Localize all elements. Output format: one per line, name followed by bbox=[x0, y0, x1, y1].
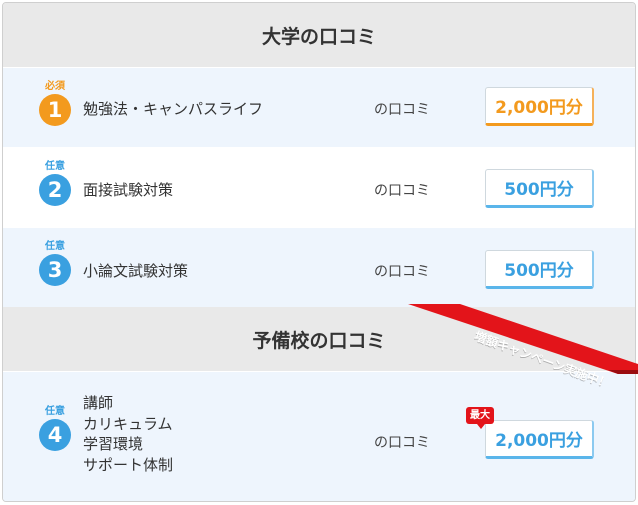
optional-badge: 任意 3 bbox=[37, 241, 73, 286]
optional-badge: 任意 2 bbox=[37, 161, 73, 206]
item-title-line: サポート体制 bbox=[83, 455, 174, 474]
item-title: 小論文試験対策 bbox=[83, 262, 189, 280]
reward-amount: 2,000円分 bbox=[495, 431, 583, 451]
number-circle-icon: 4 bbox=[39, 419, 71, 451]
review-reward-panel: 大学の口コミ 必須 1 勉強法・キャンパスライフ の口コミ 2,000円分 任意… bbox=[2, 2, 636, 502]
item-title: 面接試験対策 bbox=[83, 181, 174, 199]
reward-amount: 500円分 bbox=[504, 180, 574, 200]
required-badge: 必須 1 bbox=[37, 81, 73, 126]
list-item: 任意 2 面接試験対策 の口コミ 500円分 bbox=[3, 147, 635, 227]
section-title-prep-school: 予備校の口コミ bbox=[252, 329, 386, 352]
item-title-list: 講師 カリキュラム 学習環境 サポート体制 bbox=[83, 393, 173, 475]
item-title-line: カリキュラム bbox=[83, 414, 173, 433]
item-suffix: の口コミ bbox=[374, 183, 430, 199]
item-title-line: 講師 bbox=[83, 394, 114, 412]
reward-amount: 500円分 bbox=[504, 261, 574, 281]
list-item: 任意 4 講師 カリキュラム 学習環境 サポート体制 の口コミ 2,000円分 bbox=[3, 371, 635, 501]
optional-badge: 任意 4 bbox=[37, 406, 73, 451]
reward-button[interactable]: 2,000円分 bbox=[485, 420, 594, 459]
reward-amount: 2,000円分 bbox=[495, 98, 583, 118]
list-item: 必須 1 勉強法・キャンパスライフ の口コミ 2,000円分 bbox=[3, 67, 635, 147]
item-title-line: 学習環境 bbox=[83, 435, 144, 453]
reward-button[interactable]: 500円分 bbox=[485, 250, 594, 289]
max-flag-badge: 最大 bbox=[466, 407, 494, 429]
number-circle-icon: 3 bbox=[39, 254, 71, 286]
section-title-university: 大学の口コミ bbox=[261, 25, 376, 48]
number-circle-icon: 2 bbox=[39, 174, 71, 206]
required-tag: 必須 bbox=[45, 81, 65, 92]
optional-tag: 任意 bbox=[45, 241, 65, 252]
reward-button[interactable]: 2,000円分 bbox=[485, 87, 594, 126]
item-title: 勉強法・キャンパスライフ bbox=[83, 100, 264, 118]
section-header-university: 大学の口コミ bbox=[3, 3, 635, 67]
max-flag-label: 最大 bbox=[470, 410, 490, 421]
item-suffix: の口コミ bbox=[374, 102, 430, 118]
item-suffix: の口コミ bbox=[374, 264, 430, 280]
optional-tag: 任意 bbox=[45, 161, 65, 172]
optional-tag: 任意 bbox=[45, 406, 65, 417]
list-item: 任意 3 小論文試験対策 の口コミ 500円分 bbox=[3, 227, 635, 307]
item-suffix: の口コミ bbox=[374, 435, 430, 451]
reward-button[interactable]: 500円分 bbox=[485, 169, 594, 208]
number-circle-icon: 1 bbox=[39, 94, 71, 126]
